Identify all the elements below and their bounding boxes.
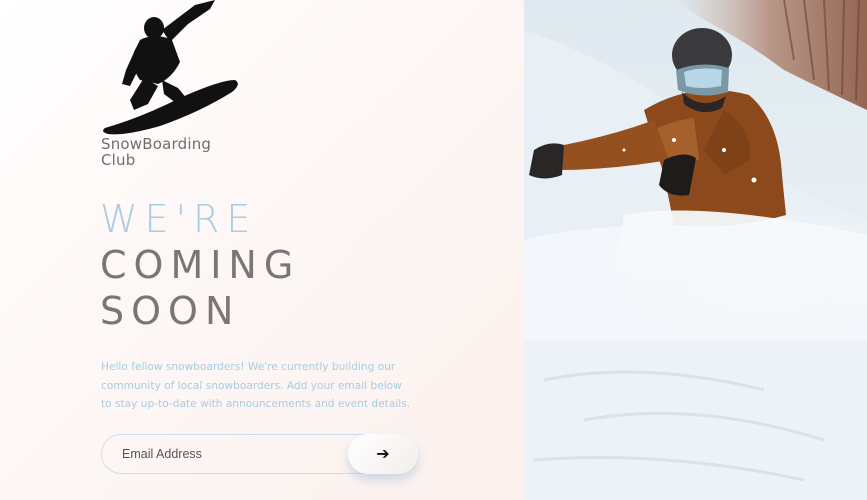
headline-line1: WE'RE — [100, 197, 258, 241]
content-panel: SnowBoarding Club WE'RE COMING SOON Hell… — [0, 0, 524, 500]
headline-line3: SOON — [100, 289, 241, 333]
hero-photo — [524, 0, 867, 500]
coming-soon-page: SnowBoarding Club WE'RE COMING SOON Hell… — [0, 0, 867, 500]
brand-name: SnowBoarding Club — [101, 136, 231, 168]
signup-form: ➔ — [101, 434, 418, 474]
brand-name-line2: Club — [101, 151, 136, 169]
brand-name-line1: SnowBoarding — [101, 135, 212, 153]
submit-button[interactable]: ➔ — [348, 434, 418, 474]
arrow-right-icon: ➔ — [376, 444, 390, 463]
snowboarder-logo-icon — [103, 0, 238, 135]
intro-text: Hello fellow snowboarders! We're current… — [101, 361, 411, 410]
page-title: WE'RE COMING SOON — [100, 196, 300, 334]
snowboarder-photo-image — [524, 0, 867, 500]
email-field[interactable] — [122, 435, 342, 473]
headline-line2: COMING — [100, 243, 301, 287]
